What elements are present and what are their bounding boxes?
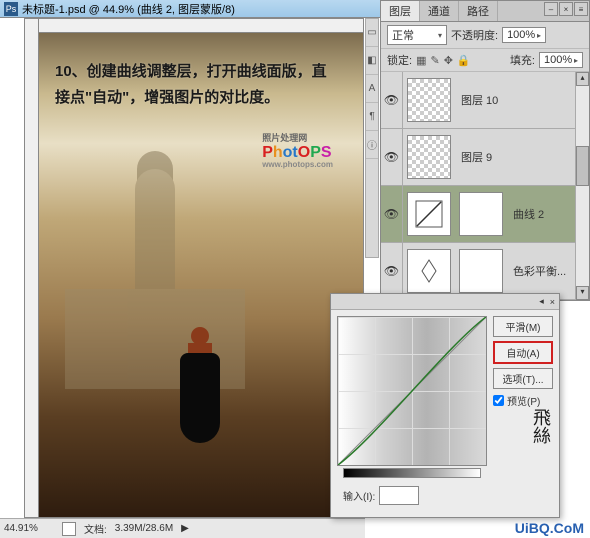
- photops-logo: 照片处理网 PhotOPS www.photops.com: [262, 131, 333, 169]
- input-label: 输入(I):: [343, 488, 375, 503]
- opacity-input[interactable]: 100% ▸: [502, 27, 546, 43]
- logo-subtitle-top: 照片处理网: [262, 131, 333, 144]
- lock-row: 锁定: ▦ ✎ ✥ 🔒 填充: 100% ▸: [381, 49, 589, 72]
- canvas-area[interactable]: 10、创建曲线调整层，打开曲线面版，直接点"自动"，增强图片的对比度。 照片处理…: [24, 18, 364, 518]
- doc-label: 文档:: [84, 521, 107, 536]
- input-gradient[interactable]: [343, 468, 481, 478]
- smooth-button[interactable]: 平滑(M): [493, 316, 553, 337]
- layers-scrollbar[interactable]: ▴ ▾: [575, 72, 589, 300]
- lock-icons: ▦ ✎ ✥ 🔒: [416, 54, 471, 67]
- lock-position-icon[interactable]: ✥: [444, 54, 453, 67]
- panel-menu-button[interactable]: ≡: [574, 2, 588, 16]
- color-icon[interactable]: ◧: [366, 47, 378, 75]
- visibility-icon[interactable]: 👁: [381, 186, 403, 242]
- visibility-icon[interactable]: 👁: [381, 72, 403, 128]
- layer-row[interactable]: 👁 图层 9: [381, 129, 575, 186]
- opacity-value: 100%: [507, 29, 535, 41]
- preview-checkbox[interactable]: [493, 395, 504, 406]
- doc-size: 3.39M/28.6M: [115, 523, 173, 534]
- blend-mode-select[interactable]: 正常 ▾: [387, 25, 447, 45]
- tab-layers[interactable]: 图层: [381, 1, 420, 21]
- curve-line[interactable]: [338, 317, 486, 465]
- curves-dialog: ◂ × 输入(I): 平滑(M) 自动(A) 选项(T)...: [330, 293, 560, 518]
- curves-graph[interactable]: [337, 316, 487, 466]
- blend-row: 正常 ▾ 不透明度: 100% ▸: [381, 22, 589, 49]
- layer-row[interactable]: 👁 色彩平衡...: [381, 243, 575, 300]
- panel-close-button[interactable]: ×: [559, 2, 573, 16]
- chevron-right-icon: ▸: [574, 56, 578, 65]
- auto-button[interactable]: 自动(A): [493, 341, 553, 364]
- status-arrow[interactable]: ▶: [181, 523, 189, 534]
- color-balance-thumbnail[interactable]: [407, 249, 451, 293]
- header-close-icon[interactable]: ×: [550, 297, 555, 307]
- chevron-down-icon: ▾: [438, 31, 442, 40]
- scroll-thumb[interactable]: [576, 146, 589, 186]
- paragraph-icon[interactable]: ¶: [366, 103, 378, 131]
- logo-url: www.photops.com: [262, 160, 333, 169]
- lock-all-icon[interactable]: 🔒: [457, 54, 471, 67]
- ps-icon: Ps: [4, 2, 18, 16]
- layer-name[interactable]: 图层 9: [455, 149, 575, 165]
- tutorial-text: 10、创建曲线调整层，打开曲线面版，直接点"自动"，增强图片的对比度。: [55, 59, 333, 111]
- calligraphy-signature: 飛絲: [514, 408, 554, 478]
- side-tool-strip: ▭ ◧ A ¶ ⓘ: [365, 18, 379, 258]
- tab-paths[interactable]: 路径: [459, 1, 498, 21]
- visibility-icon[interactable]: 👁: [381, 129, 403, 185]
- navigator-icon[interactable]: ▭: [366, 19, 378, 47]
- ruler-vertical[interactable]: [25, 19, 39, 517]
- status-bar: 44.91% 文档: 3.39M/28.6M ▶: [0, 518, 365, 538]
- layer-name[interactable]: 图层 10: [455, 92, 575, 108]
- chevron-right-icon: ▸: [537, 31, 541, 40]
- curves-adjustment-thumbnail[interactable]: [407, 192, 451, 236]
- panel-minimize-button[interactable]: –: [544, 2, 558, 16]
- lock-label: 锁定:: [387, 52, 412, 68]
- scroll-up-button[interactable]: ▴: [576, 72, 589, 86]
- layers-panel: 图层 通道 路径 – × ≡ 正常 ▾ 不透明度: 100% ▸ 锁定: ▦ ✎…: [380, 0, 590, 301]
- fill-label: 填充:: [510, 52, 535, 68]
- lock-pixels-icon[interactable]: ✎: [430, 54, 439, 67]
- zoom-value[interactable]: 44.91%: [4, 523, 54, 534]
- blend-mode-value: 正常: [392, 27, 414, 43]
- input-value-field[interactable]: [379, 486, 419, 505]
- ruler-horizontal[interactable]: [39, 19, 363, 33]
- scroll-track[interactable]: [576, 86, 589, 286]
- layer-thumbnail[interactable]: [407, 78, 451, 122]
- header-arrow-icon[interactable]: ◂: [539, 296, 544, 307]
- preview-checkbox-row[interactable]: 预览(P): [493, 393, 553, 408]
- fill-value: 100%: [544, 54, 572, 66]
- fill-input[interactable]: 100% ▸: [539, 52, 583, 68]
- layer-name[interactable]: 色彩平衡...: [507, 263, 575, 279]
- curves-header[interactable]: ◂ ×: [331, 294, 559, 310]
- layer-row-selected[interactable]: 👁 曲线 2: [381, 186, 575, 243]
- opacity-label: 不透明度:: [451, 27, 498, 43]
- curves-input-row: [337, 466, 487, 484]
- layer-thumbnail[interactable]: [407, 135, 451, 179]
- preview-label: 预览(P): [507, 393, 540, 408]
- figure-illustration: [175, 327, 225, 457]
- layer-list: 👁 图层 10 👁 图层 9 👁 曲线 2 👁: [381, 72, 575, 300]
- info-icon[interactable]: ⓘ: [366, 131, 378, 159]
- status-selector[interactable]: [62, 522, 76, 536]
- visibility-icon[interactable]: 👁: [381, 243, 403, 299]
- panel-tabs: 图层 通道 路径 – × ≡: [381, 1, 589, 22]
- watermark: UiBQ.CoM: [515, 520, 584, 536]
- layer-row[interactable]: 👁 图层 10: [381, 72, 575, 129]
- layer-mask-thumbnail[interactable]: [459, 192, 503, 236]
- character-icon[interactable]: A: [366, 75, 378, 103]
- layer-mask-thumbnail[interactable]: [459, 249, 503, 293]
- options-button[interactable]: 选项(T)...: [493, 368, 553, 389]
- scroll-down-button[interactable]: ▾: [576, 286, 589, 300]
- layer-name[interactable]: 曲线 2: [507, 206, 575, 222]
- tab-channels[interactable]: 通道: [420, 1, 459, 21]
- lock-transparency-icon[interactable]: ▦: [416, 54, 426, 67]
